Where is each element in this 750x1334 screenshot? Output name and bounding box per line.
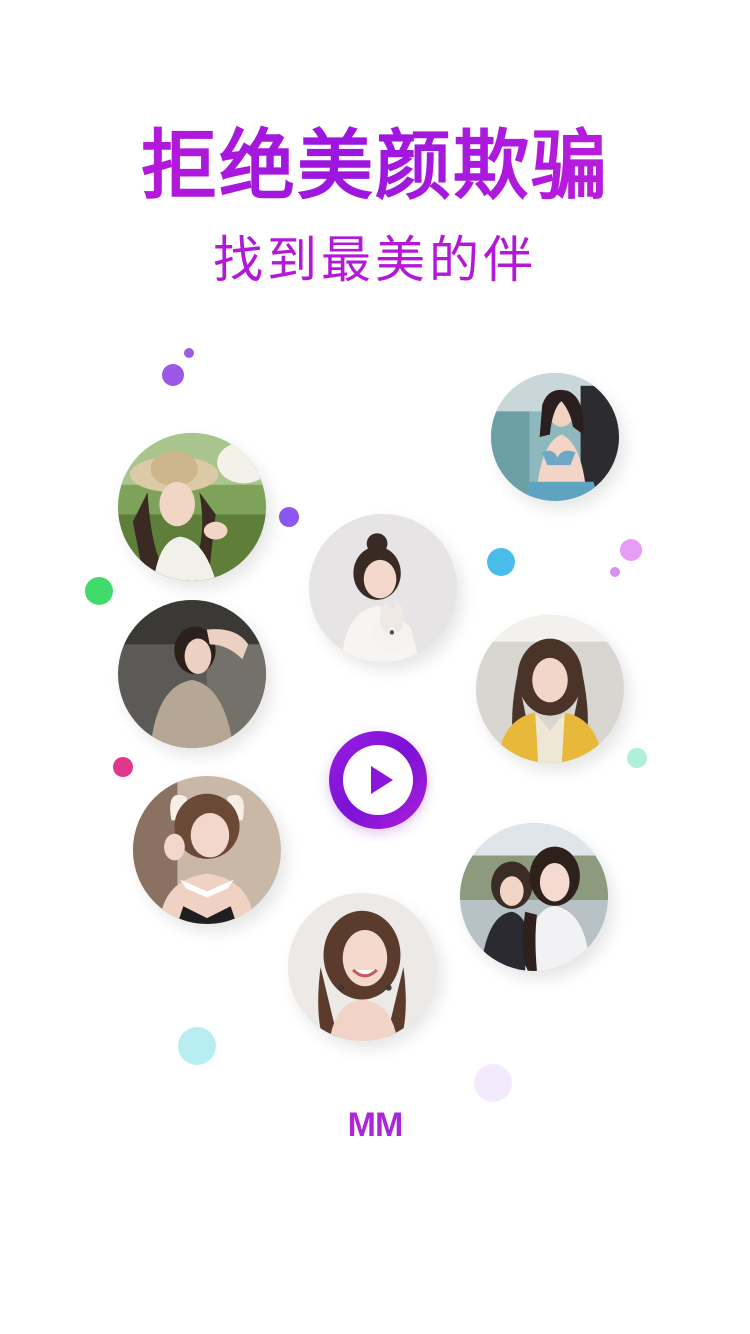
play-button-inner bbox=[343, 745, 413, 815]
play-button[interactable] bbox=[329, 731, 427, 829]
avatar-sun-hat[interactable] bbox=[118, 433, 266, 581]
avatar-bikini[interactable] bbox=[491, 373, 619, 501]
app-logo: MM bbox=[0, 1103, 750, 1147]
decor-dot bbox=[184, 348, 194, 358]
decor-dot bbox=[610, 567, 620, 577]
photo-yellow-jacket bbox=[476, 615, 624, 763]
photo-wink bbox=[133, 776, 281, 924]
photo-two-friends bbox=[460, 823, 608, 971]
decor-dot bbox=[162, 364, 184, 386]
decor-dot bbox=[279, 507, 299, 527]
splash-screen: 拒绝美颜欺骗 找到最美的伴 MM bbox=[0, 0, 750, 1334]
photo-smile bbox=[288, 893, 436, 1041]
decor-dot bbox=[487, 548, 515, 576]
avatar-smile[interactable] bbox=[288, 893, 436, 1041]
decor-dot bbox=[178, 1027, 216, 1065]
decor-dot bbox=[474, 1064, 512, 1102]
decor-dot bbox=[113, 757, 133, 777]
photo-bunny bbox=[309, 514, 457, 662]
photo-sun-hat bbox=[118, 433, 266, 581]
decor-dot bbox=[85, 577, 113, 605]
avatar-yellow-jacket[interactable] bbox=[476, 615, 624, 763]
avatar-bunny[interactable] bbox=[309, 514, 457, 662]
decor-dot bbox=[620, 539, 642, 561]
avatar-two-friends[interactable] bbox=[460, 823, 608, 971]
headline: 拒绝美颜欺骗 bbox=[0, 118, 750, 214]
photo-bikini bbox=[491, 373, 619, 501]
photo-car bbox=[118, 600, 266, 748]
decor-dot bbox=[627, 748, 647, 768]
subheadline: 找到最美的伴 bbox=[213, 231, 537, 289]
avatar-wink[interactable] bbox=[133, 776, 281, 924]
avatar-car[interactable] bbox=[118, 600, 266, 748]
play-icon bbox=[371, 766, 393, 794]
